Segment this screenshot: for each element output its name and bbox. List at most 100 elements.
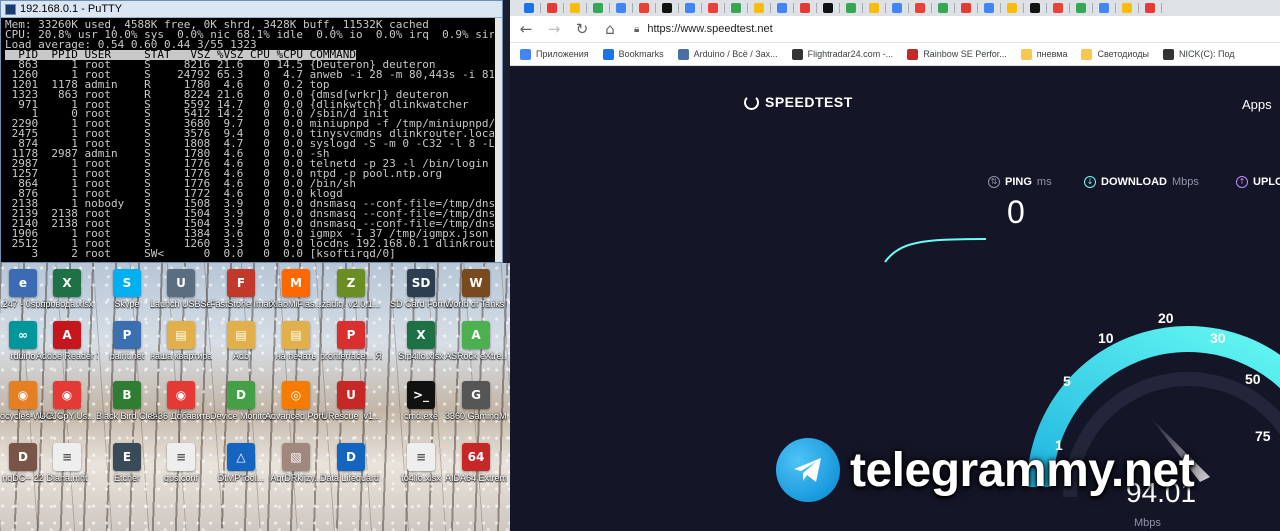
tab-favicon[interactable]: [708, 3, 718, 13]
tab-separator: [1161, 3, 1162, 13]
desktop-icon-label: DtMPTool...: [217, 473, 265, 483]
tab-favicon[interactable]: [938, 3, 948, 13]
desktop-icon[interactable]: Xпровода.xlsx: [36, 265, 98, 323]
bookmark-item[interactable]: Flightradar24.com -...: [791, 48, 893, 60]
desktop-icon-label: AqrDRkijzy...: [270, 473, 322, 483]
tab-favicon[interactable]: [524, 3, 534, 13]
desktop-icon[interactable]: ≡ to4ilo.xlsx: [390, 439, 452, 497]
desktop-icon[interactable]: D Data Lifeguard ...: [320, 439, 382, 497]
lock-icon[interactable]: 🔒︎: [634, 24, 639, 35]
process-row: 2987 1 root S 1776 4.6 0 0.0 telnetd -p …: [5, 159, 489, 170]
desktop-icon[interactable]: W World of Tanks RU: [445, 265, 507, 323]
tab-favicon[interactable]: [639, 3, 649, 13]
desktop-icon[interactable]: Ppronterface... Ярлык: [320, 317, 382, 375]
tab-favicon[interactable]: [1145, 3, 1155, 13]
desktop-icon[interactable]: ▤ на печать: [265, 317, 327, 375]
desktop-icon[interactable]: X Stp4ilo.xlsx: [390, 317, 452, 375]
putty-window[interactable]: 192.168.0.1 - PuTTY Mem: 33260K used, 45…: [0, 0, 503, 263]
forward-icon[interactable]: →: [546, 20, 562, 38]
bookmark-item[interactable]: Rainbow SE Perfor...: [907, 48, 1007, 60]
bookmark-item[interactable]: Светодиоды: [1081, 48, 1149, 60]
tab-favicon[interactable]: [616, 3, 626, 13]
telegram-logo-icon: [776, 438, 840, 502]
desktop-icon[interactable]: A Adobe Reader X: [36, 317, 98, 375]
desktop-icon[interactable]: SD SD Card Formatter: [390, 265, 452, 323]
bookmark-item[interactable]: Приложения: [520, 48, 589, 60]
bookmark-label: Rainbow SE Perfor...: [923, 49, 1007, 59]
tab-favicon[interactable]: [1053, 3, 1063, 13]
bookmark-item[interactable]: пневма: [1020, 48, 1067, 60]
desktop-icon[interactable]: M XiaoMiFlas...: [265, 265, 327, 323]
desktop-icon-image: >_: [407, 381, 435, 409]
tab-separator: [678, 3, 679, 13]
desktop-icon[interactable]: ▧ AqrDRkijzy...: [265, 439, 327, 497]
tab-favicon[interactable]: [777, 3, 787, 13]
desktop-icon[interactable]: 64 AIDA64 Extreme: [445, 439, 507, 497]
tab-favicon[interactable]: [915, 3, 925, 13]
desktop-icon-image: ≡: [407, 443, 435, 471]
desktop-icon-image: X: [407, 321, 435, 349]
desktop-icon[interactable]: A ASRock eXtre...: [445, 317, 507, 375]
bookmark-item[interactable]: Bookmarks: [602, 48, 664, 60]
bookmark-item[interactable]: NICK(C): Под: [1163, 48, 1235, 60]
desktop-icon[interactable]: ◉ 8-36 Добавить в...: [150, 377, 212, 435]
desktop-icon[interactable]: ≡ gps.conf: [150, 439, 212, 497]
process-row: 864 1 root S 1776 4.6 0 0.0 /bin/sh: [5, 179, 356, 189]
tab-favicon[interactable]: [869, 3, 879, 13]
tab-favicon[interactable]: [662, 3, 672, 13]
tab-favicon[interactable]: [754, 3, 764, 13]
tab-separator: [793, 3, 794, 13]
tab-favicon[interactable]: [1099, 3, 1109, 13]
desktop-icon[interactable]: ▤ наша квартира: [150, 317, 212, 375]
desktop-icon[interactable]: ◎ Advanced Port Scann...: [265, 377, 327, 435]
desktop-icon-label: Device Monitori...: [210, 411, 272, 421]
tab-favicon[interactable]: [731, 3, 741, 13]
desktop-icon[interactable]: ≡ Diana.mht: [36, 439, 98, 497]
tab-favicon[interactable]: [984, 3, 994, 13]
tab-favicon[interactable]: [547, 3, 557, 13]
reload-icon[interactable]: ↻: [574, 20, 590, 38]
terminal-output[interactable]: Mem: 33260K used, 4588K free, 0K shrd, 3…: [5, 20, 494, 260]
desktop-icon[interactable]: U Launch USBServer...: [150, 265, 212, 323]
gauge-tick-label: 20: [1158, 310, 1174, 326]
tab-favicon[interactable]: [800, 3, 810, 13]
desktop-icon[interactable]: D Device Monitori...: [210, 377, 272, 435]
desktop-icon-label: 8-36 Добавить в...: [150, 411, 212, 421]
home-icon[interactable]: ⌂: [602, 20, 618, 38]
tab-favicon[interactable]: [823, 3, 833, 13]
tab-separator: [632, 3, 633, 13]
tab-favicon[interactable]: [846, 3, 856, 13]
address-bar[interactable]: 🔒︎ https://www.speedtest.net: [634, 23, 773, 35]
desktop-icon[interactable]: G 3360 GamingMo...: [445, 377, 507, 435]
desktop-icon-image: e: [9, 269, 37, 297]
tab-favicon[interactable]: [593, 3, 603, 13]
tab-favicon[interactable]: [685, 3, 695, 13]
tab-separator: [563, 3, 564, 13]
tab-favicon[interactable]: [892, 3, 902, 13]
tab-favicon[interactable]: [1030, 3, 1040, 13]
bookmark-icon: [907, 48, 919, 60]
desktop-icon[interactable]: U URescue_v1...: [320, 377, 382, 435]
desktop-icon[interactable]: ▤ Adb: [210, 317, 272, 375]
tab-favicon[interactable]: [570, 3, 580, 13]
desktop-icon[interactable]: Zzadig_v2.0.1...: [320, 265, 382, 323]
back-icon[interactable]: ←: [518, 20, 534, 38]
desktop-icon[interactable]: △ DtMPTool...: [210, 439, 272, 497]
tab-favicon[interactable]: [1076, 3, 1086, 13]
tab-separator: [954, 3, 955, 13]
desktop-icon[interactable]: Ppaint.net: [96, 317, 158, 375]
putty-scrollbar[interactable]: [495, 18, 502, 262]
putty-titlebar[interactable]: 192.168.0.1 - PuTTY: [1, 1, 502, 18]
desktop-icon-image: P: [113, 321, 141, 349]
tab-favicon[interactable]: [1122, 3, 1132, 13]
desktop-icon[interactable]: ◉ UCJCpYiUs...: [36, 377, 98, 435]
tab-favicon[interactable]: [961, 3, 971, 13]
desktop-icon[interactable]: >_ cmd.exe: [390, 377, 452, 435]
desktop-icon[interactable]: E Etcher: [96, 439, 158, 497]
terminal-line: CPU: 20.8% usr 10.0% sys 0.0% nic 68.1% …: [5, 29, 494, 40]
desktop-icon[interactable]: S Skype: [96, 265, 158, 323]
desktop-icon[interactable]: B Black Bird Cleaner: [96, 377, 158, 435]
desktop-icon[interactable]: F FastStone Image Viewer: [210, 265, 272, 323]
bookmark-item[interactable]: Arduino / Всё / Зах...: [677, 48, 778, 60]
tab-favicon[interactable]: [1007, 3, 1017, 13]
